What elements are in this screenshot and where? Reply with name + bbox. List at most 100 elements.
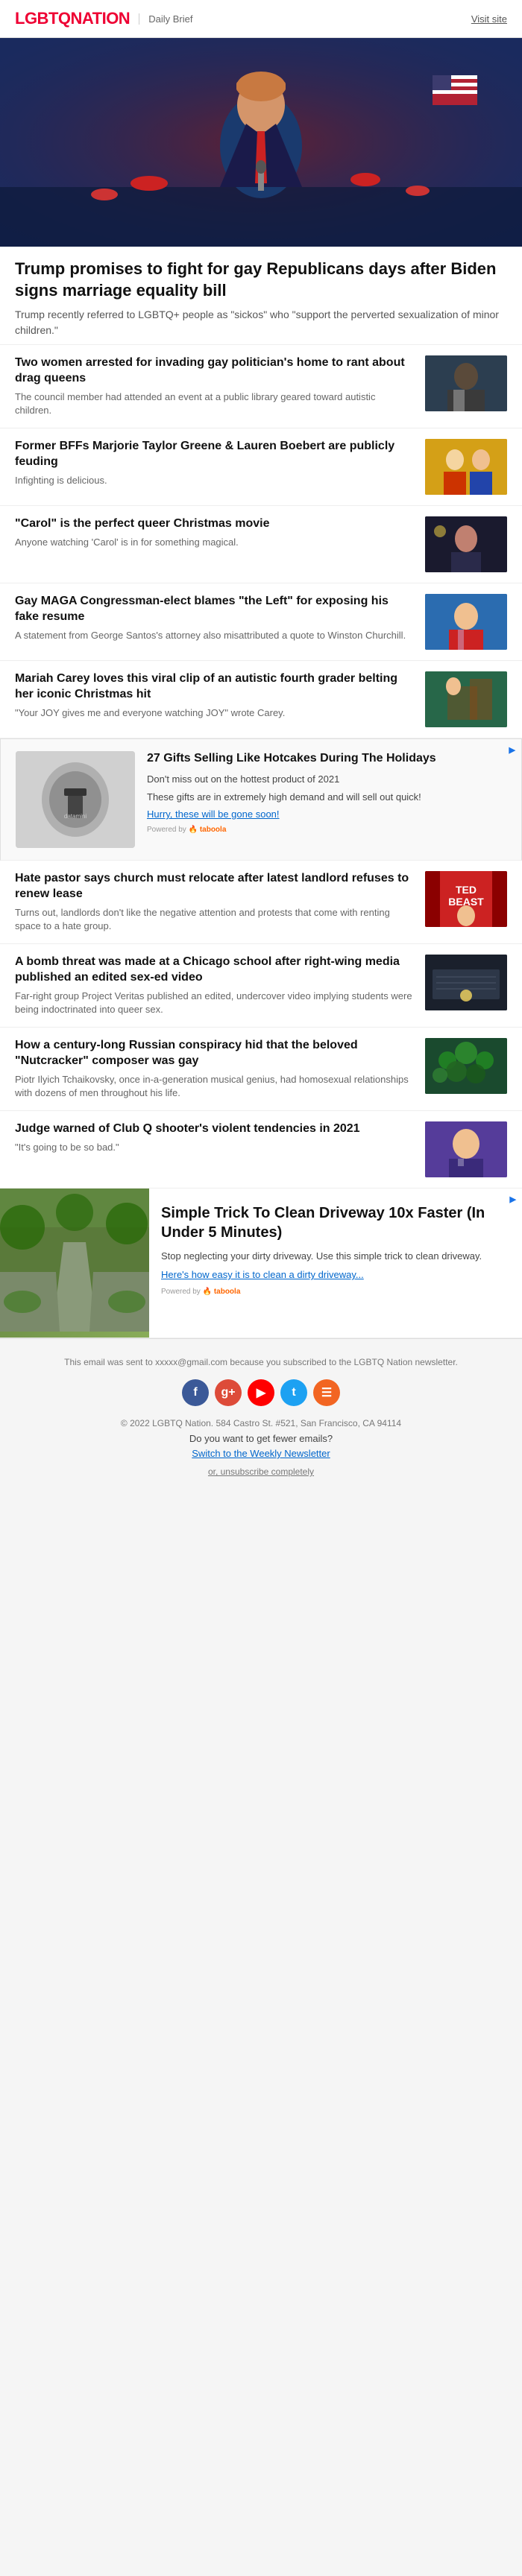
visit-site-link[interactable]: Visit site (471, 13, 507, 25)
switch-newsletter-link[interactable]: Switch to the Weekly Newsletter (192, 1448, 330, 1459)
article-text: Two women arrested for invading gay poli… (15, 355, 415, 417)
article-row: Judge warned of Club Q shooter's violent… (0, 1111, 522, 1189)
ad-block-2-image (0, 1189, 149, 1338)
footer: This email was sent to xxxxx@gmail.com b… (0, 1338, 522, 1495)
google-plus-icon[interactable]: g+ (215, 1379, 242, 1406)
logo-nation: NATION (71, 9, 130, 28)
article-text: How a century-long Russian conspiracy hi… (15, 1038, 415, 1100)
article-thumbnail (425, 671, 507, 727)
footer-fewer-emails: Do you want to get fewer emails? (15, 1433, 507, 1444)
article-description: "Your JOY gives me and everyone watching… (15, 706, 415, 720)
main-content: Trump promises to fight for gay Republic… (0, 38, 522, 1338)
article-row: Mariah Carey loves this viral clip of an… (0, 661, 522, 738)
thumbnail-image: TED BEAST (425, 871, 507, 927)
article-description: Turns out, landlords don't like the nega… (15, 906, 415, 933)
facebook-icon[interactable]: f (182, 1379, 209, 1406)
hero-image-svg (0, 38, 522, 247)
article-text: A bomb threat was made at a Chicago scho… (15, 955, 415, 1016)
twitter-icon[interactable]: t (280, 1379, 307, 1406)
article-thumbnail (425, 355, 507, 411)
ad-block-1: datamini 27 Gifts Selling Like Hotcakes … (0, 738, 522, 861)
article-thumbnail (425, 439, 507, 495)
article-row: Hate pastor says church must relocate af… (0, 861, 522, 944)
thumbnail-image (425, 594, 507, 650)
article-description: Infighting is delicious. (15, 474, 415, 487)
article-description: Far-right group Project Veritas publishe… (15, 990, 415, 1016)
thumbnail-image (425, 955, 507, 1010)
thumbnail-image (425, 1121, 507, 1177)
article-thumbnail (425, 955, 507, 1010)
article-row: Two women arrested for invading gay poli… (0, 345, 522, 428)
article-title[interactable]: Two women arrested for invading gay poli… (15, 355, 415, 387)
footer-switch-newsletter[interactable]: Switch to the Weekly Newsletter (15, 1447, 507, 1461)
rss-icon[interactable]: ☰ (313, 1379, 340, 1406)
thumbnail-image (425, 1038, 507, 1094)
thumbnail-image (425, 355, 507, 411)
article-description: The council member had attended an event… (15, 390, 415, 417)
ad-block-2-title: Simple Trick To Clean Driveway 10x Faste… (161, 1203, 510, 1242)
article-row: "Carol" is the perfect queer Christmas m… (0, 506, 522, 583)
article-title[interactable]: Mariah Carey loves this viral clip of an… (15, 671, 415, 703)
article-thumbnail (425, 1121, 507, 1177)
article-title[interactable]: How a century-long Russian conspiracy hi… (15, 1038, 415, 1069)
article-title[interactable]: Hate pastor says church must relocate af… (15, 871, 415, 902)
article-thumbnail: TED BEAST (425, 871, 507, 927)
article-description: Anyone watching 'Carol' is in for someth… (15, 536, 415, 549)
ad-indicator-2: ▶ (510, 1194, 516, 1204)
article-text: Mariah Carey loves this viral clip of an… (15, 671, 415, 720)
article-title[interactable]: "Carol" is the perfect queer Christmas m… (15, 516, 415, 532)
hero-text-block: Trump promises to fight for gay Republic… (0, 247, 522, 345)
ad-block-2-desc: Stop neglecting your dirty driveway. Use… (161, 1250, 510, 1263)
header-left: LGBTQNATION Daily Brief (15, 9, 192, 28)
article-title[interactable]: Former BFFs Marjorie Taylor Greene & Lau… (15, 439, 415, 470)
social-icons: f g+ ▶ t ☰ (15, 1379, 507, 1406)
ad-powered: Powered by 🔥 taboola (147, 826, 506, 834)
ad-block-2-cta[interactable]: Here's how easy it is to clean a dirty d… (161, 1269, 510, 1280)
article-title[interactable]: A bomb threat was made at a Chicago scho… (15, 955, 415, 986)
article-thumbnail (425, 516, 507, 572)
article-description: "It's going to be so bad." (15, 1141, 415, 1154)
logo-lgbtq: LGBTQ (15, 9, 71, 28)
ad-text: 27 Gifts Selling Like Hotcakes During Th… (147, 751, 506, 834)
ad-cta[interactable]: Hurry, these will be gone soon! (147, 808, 506, 820)
hero-image (0, 38, 522, 247)
article-text: "Carol" is the perfect queer Christmas m… (15, 516, 415, 549)
daily-brief-label: Daily Brief (139, 13, 192, 25)
footer-email-notice: This email was sent to xxxxx@gmail.com b… (15, 1357, 507, 1367)
ad-title: 27 Gifts Selling Like Hotcakes During Th… (147, 751, 506, 767)
article-description: A statement from George Santos's attorne… (15, 629, 415, 642)
ad-image: datamini (16, 751, 135, 848)
article-text: Former BFFs Marjorie Taylor Greene & Lau… (15, 439, 415, 487)
header: LGBTQNATION Daily Brief Visit site (0, 0, 522, 38)
thumbnail-image (425, 516, 507, 572)
svg-text:TED: TED (456, 884, 477, 896)
ad-desc-2: These gifts are in extremely high demand… (147, 791, 506, 804)
hero-title: Trump promises to fight for gay Republic… (15, 259, 507, 301)
article-row: A bomb threat was made at a Chicago scho… (0, 944, 522, 1028)
logo: LGBTQNATION (15, 9, 130, 28)
ad-block-2: Simple Trick To Clean Driveway 10x Faste… (0, 1189, 522, 1338)
ad-powered-2: Powered by 🔥 taboola (161, 1288, 510, 1296)
footer-copyright: © 2022 LGBTQ Nation. 584 Castro St. #521… (15, 1418, 507, 1428)
article-thumbnail (425, 594, 507, 650)
hero-description: Trump recently referred to LGBTQ+ people… (15, 307, 507, 338)
article-title[interactable]: Gay MAGA Congressman-elect blames "the L… (15, 594, 415, 625)
svg-text:datamini: datamini (64, 813, 87, 820)
article-text: Gay MAGA Congressman-elect blames "the L… (15, 594, 415, 642)
article-row: Gay MAGA Congressman-elect blames "the L… (0, 583, 522, 661)
article-text: Hate pastor says church must relocate af… (15, 871, 415, 933)
youtube-icon[interactable]: ▶ (248, 1379, 274, 1406)
article-text: Judge warned of Club Q shooter's violent… (15, 1121, 415, 1154)
footer-unsubscribe: or, unsubscribe completely (15, 1466, 507, 1477)
unsubscribe-link[interactable]: or, unsubscribe completely (208, 1466, 314, 1477)
article-title[interactable]: Judge warned of Club Q shooter's violent… (15, 1121, 415, 1137)
ad-block-2-text: Simple Trick To Clean Driveway 10x Faste… (149, 1189, 522, 1338)
ad-desc-1: Don't miss out on the hottest product of… (147, 773, 506, 786)
thumbnail-image (425, 671, 507, 727)
article-row: How a century-long Russian conspiracy hi… (0, 1028, 522, 1111)
thumbnail-image (425, 439, 507, 495)
article-thumbnail (425, 1038, 507, 1094)
article-description: Piotr Ilyich Tchaikovsky, once in-a-gene… (15, 1073, 415, 1100)
ad-indicator: ▶ (509, 745, 515, 755)
article-row: Former BFFs Marjorie Taylor Greene & Lau… (0, 428, 522, 506)
